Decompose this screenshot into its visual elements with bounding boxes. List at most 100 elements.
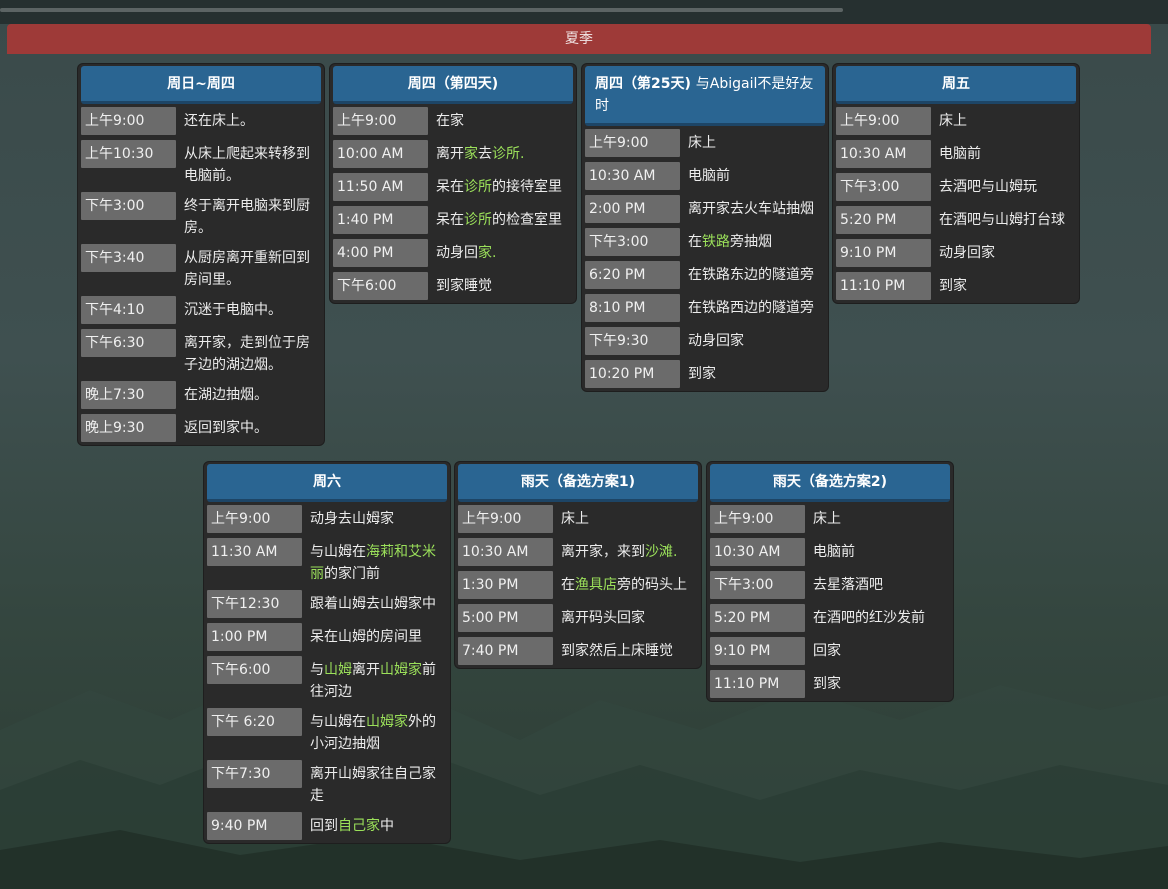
activity-description: 在渔具店旁的码头上 [553, 571, 698, 596]
description-text: 与山姆在 [310, 544, 366, 560]
location-link[interactable]: 诊所 [464, 179, 492, 195]
location-link[interactable]: 诊所 [464, 212, 492, 228]
activity-description: 床上 [931, 107, 1076, 132]
activity-description: 离开家，来到沙滩. [553, 538, 698, 563]
time-cell: 下午6:00 [333, 272, 428, 300]
description-text: 在铁路东边的隧道旁 [688, 267, 814, 283]
time-cell: 5:20 PM [710, 604, 805, 632]
description-text: 在 [688, 234, 702, 250]
schedule-row: 1:40 PM 呆在诊所的检查室里 [333, 206, 573, 234]
description-text: 跟着山姆去山姆家中 [310, 596, 436, 612]
schedule-row: 下午6:00 到家睡觉 [333, 272, 573, 300]
location-link[interactable]: 诊所. [492, 146, 524, 162]
location-link[interactable]: 铁路 [702, 234, 730, 250]
description-text: 离开家，走到位于房子边的湖边烟。 [184, 335, 310, 373]
schedule-row: 上午9:00 床上 [458, 505, 698, 533]
time-cell: 7:40 PM [458, 637, 553, 665]
time-cell: 6:20 PM [585, 261, 680, 289]
description-text: 床上 [688, 135, 716, 151]
schedule-row: 1:00 PM 呆在山姆的房间里 [207, 623, 447, 651]
location-link[interactable]: 山姆 [324, 662, 352, 678]
card-title: 周日~周四 [81, 66, 321, 104]
location-link[interactable]: 沙滩. [645, 544, 677, 560]
activity-description: 与山姆在山姆家外的小河边抽烟 [302, 708, 447, 755]
description-text: 呆在 [436, 212, 464, 228]
activity-description: 离开码头回家 [553, 604, 698, 629]
activity-description: 电脑前 [805, 538, 950, 563]
activity-description: 动身去山姆家 [302, 505, 447, 530]
description-text: 动身回家 [939, 245, 995, 261]
schedule-row: 上午9:00 床上 [585, 129, 825, 157]
time-cell: 9:10 PM [710, 637, 805, 665]
activity-description: 到家睡觉 [428, 272, 573, 297]
card-title-text: 雨天（备选方案2) [772, 474, 888, 490]
schedule-row: 下午3:00 去星落酒吧 [710, 571, 950, 599]
description-text: 旁的码头上 [617, 577, 687, 593]
schedule-row: 7:40 PM 到家然后上床睡觉 [458, 637, 698, 665]
schedule-row: 上午9:00 床上 [836, 107, 1076, 135]
activity-description: 沉迷于电脑中。 [176, 296, 321, 321]
description-text: 的接待室里 [492, 179, 562, 195]
activity-description: 回家 [805, 637, 950, 662]
time-cell: 10:30 AM [836, 140, 931, 168]
time-cell: 5:00 PM [458, 604, 553, 632]
location-link[interactable]: 山姆家 [380, 662, 422, 678]
horizontal-scrollbar[interactable] [0, 8, 843, 12]
schedule-row: 下午6:00 与山姆离开山姆家前往河边 [207, 656, 447, 703]
description-text: 离开 [436, 146, 464, 162]
description-text: 在酒吧与山姆打台球 [939, 212, 1065, 228]
schedule-row: 1:30 PM 在渔具店旁的码头上 [458, 571, 698, 599]
time-cell: 5:20 PM [836, 206, 931, 234]
activity-description: 动身回家 [931, 239, 1076, 264]
time-cell: 1:30 PM [458, 571, 553, 599]
description-text: 终于离开电脑来到厨房。 [184, 198, 310, 236]
activity-description: 离开家，走到位于房子边的湖边烟。 [176, 329, 321, 376]
location-link[interactable]: 山姆家 [366, 714, 408, 730]
description-text: 床上 [561, 511, 589, 527]
description-text: 在酒吧的红沙发前 [813, 610, 925, 626]
description-text: 的家门前 [324, 566, 380, 582]
description-text: 床上 [813, 511, 841, 527]
activity-description: 动身回家. [428, 239, 573, 264]
location-link[interactable]: 家 [464, 146, 478, 162]
schedule-row: 下午12:30 跟着山姆去山姆家中 [207, 590, 447, 618]
activity-description: 从厨房离开重新回到房间里。 [176, 244, 321, 291]
time-cell: 下午6:30 [81, 329, 176, 357]
description-text: 到家然后上床睡觉 [561, 643, 673, 659]
time-cell: 下午7:30 [207, 760, 302, 788]
schedule-row: 下午3:40 从厨房离开重新回到房间里。 [81, 244, 321, 291]
schedule-row: 下午7:30 离开山姆家往自己家走 [207, 760, 447, 807]
schedule-card-thu-day25: 周四（第25天) 与Abigail不是好友时 上午9:00 床上 10:30 AM 电脑… [582, 64, 828, 391]
time-cell: 11:30 AM [207, 538, 302, 566]
location-link[interactable]: 家. [478, 245, 496, 261]
description-text: 与山姆在 [310, 714, 366, 730]
description-text: 去 [478, 146, 492, 162]
location-link[interactable]: 自己家 [338, 818, 380, 834]
schedule-row: 下午6:30 离开家，走到位于房子边的湖边烟。 [81, 329, 321, 376]
time-cell: 下午3:00 [836, 173, 931, 201]
card-title-text: 周四（第四天) [407, 76, 499, 92]
location-link[interactable]: 渔具店 [575, 577, 617, 593]
time-cell: 8:10 PM [585, 294, 680, 322]
card-title: 周六 [207, 464, 447, 502]
description-text: 回家 [813, 643, 841, 659]
schedule-row: 下午9:30 动身回家 [585, 327, 825, 355]
schedule-row: 4:00 PM 动身回家. [333, 239, 573, 267]
schedule-row: 10:20 PM 到家 [585, 360, 825, 388]
description-text: 呆在 [436, 179, 464, 195]
mountain-background [0, 680, 1168, 889]
description-text: 去酒吧与山姆玩 [939, 179, 1037, 195]
description-text: 电脑前 [688, 168, 730, 184]
activity-description: 呆在诊所的检查室里 [428, 206, 573, 231]
description-text: 到家 [939, 278, 967, 294]
schedule-row: 9:10 PM 动身回家 [836, 239, 1076, 267]
season-header: 夏季 [7, 24, 1151, 54]
schedule-row: 6:20 PM 在铁路东边的隧道旁 [585, 261, 825, 289]
description-text: 动身回家 [688, 333, 744, 349]
activity-description: 在铁路旁抽烟 [680, 228, 825, 253]
activity-description: 到家然后上床睡觉 [553, 637, 698, 662]
schedule-row: 2:00 PM 离开家去火车站抽烟 [585, 195, 825, 223]
schedule-row: 上午9:00 床上 [710, 505, 950, 533]
description-text: 电脑前 [939, 146, 981, 162]
activity-description: 床上 [680, 129, 825, 154]
